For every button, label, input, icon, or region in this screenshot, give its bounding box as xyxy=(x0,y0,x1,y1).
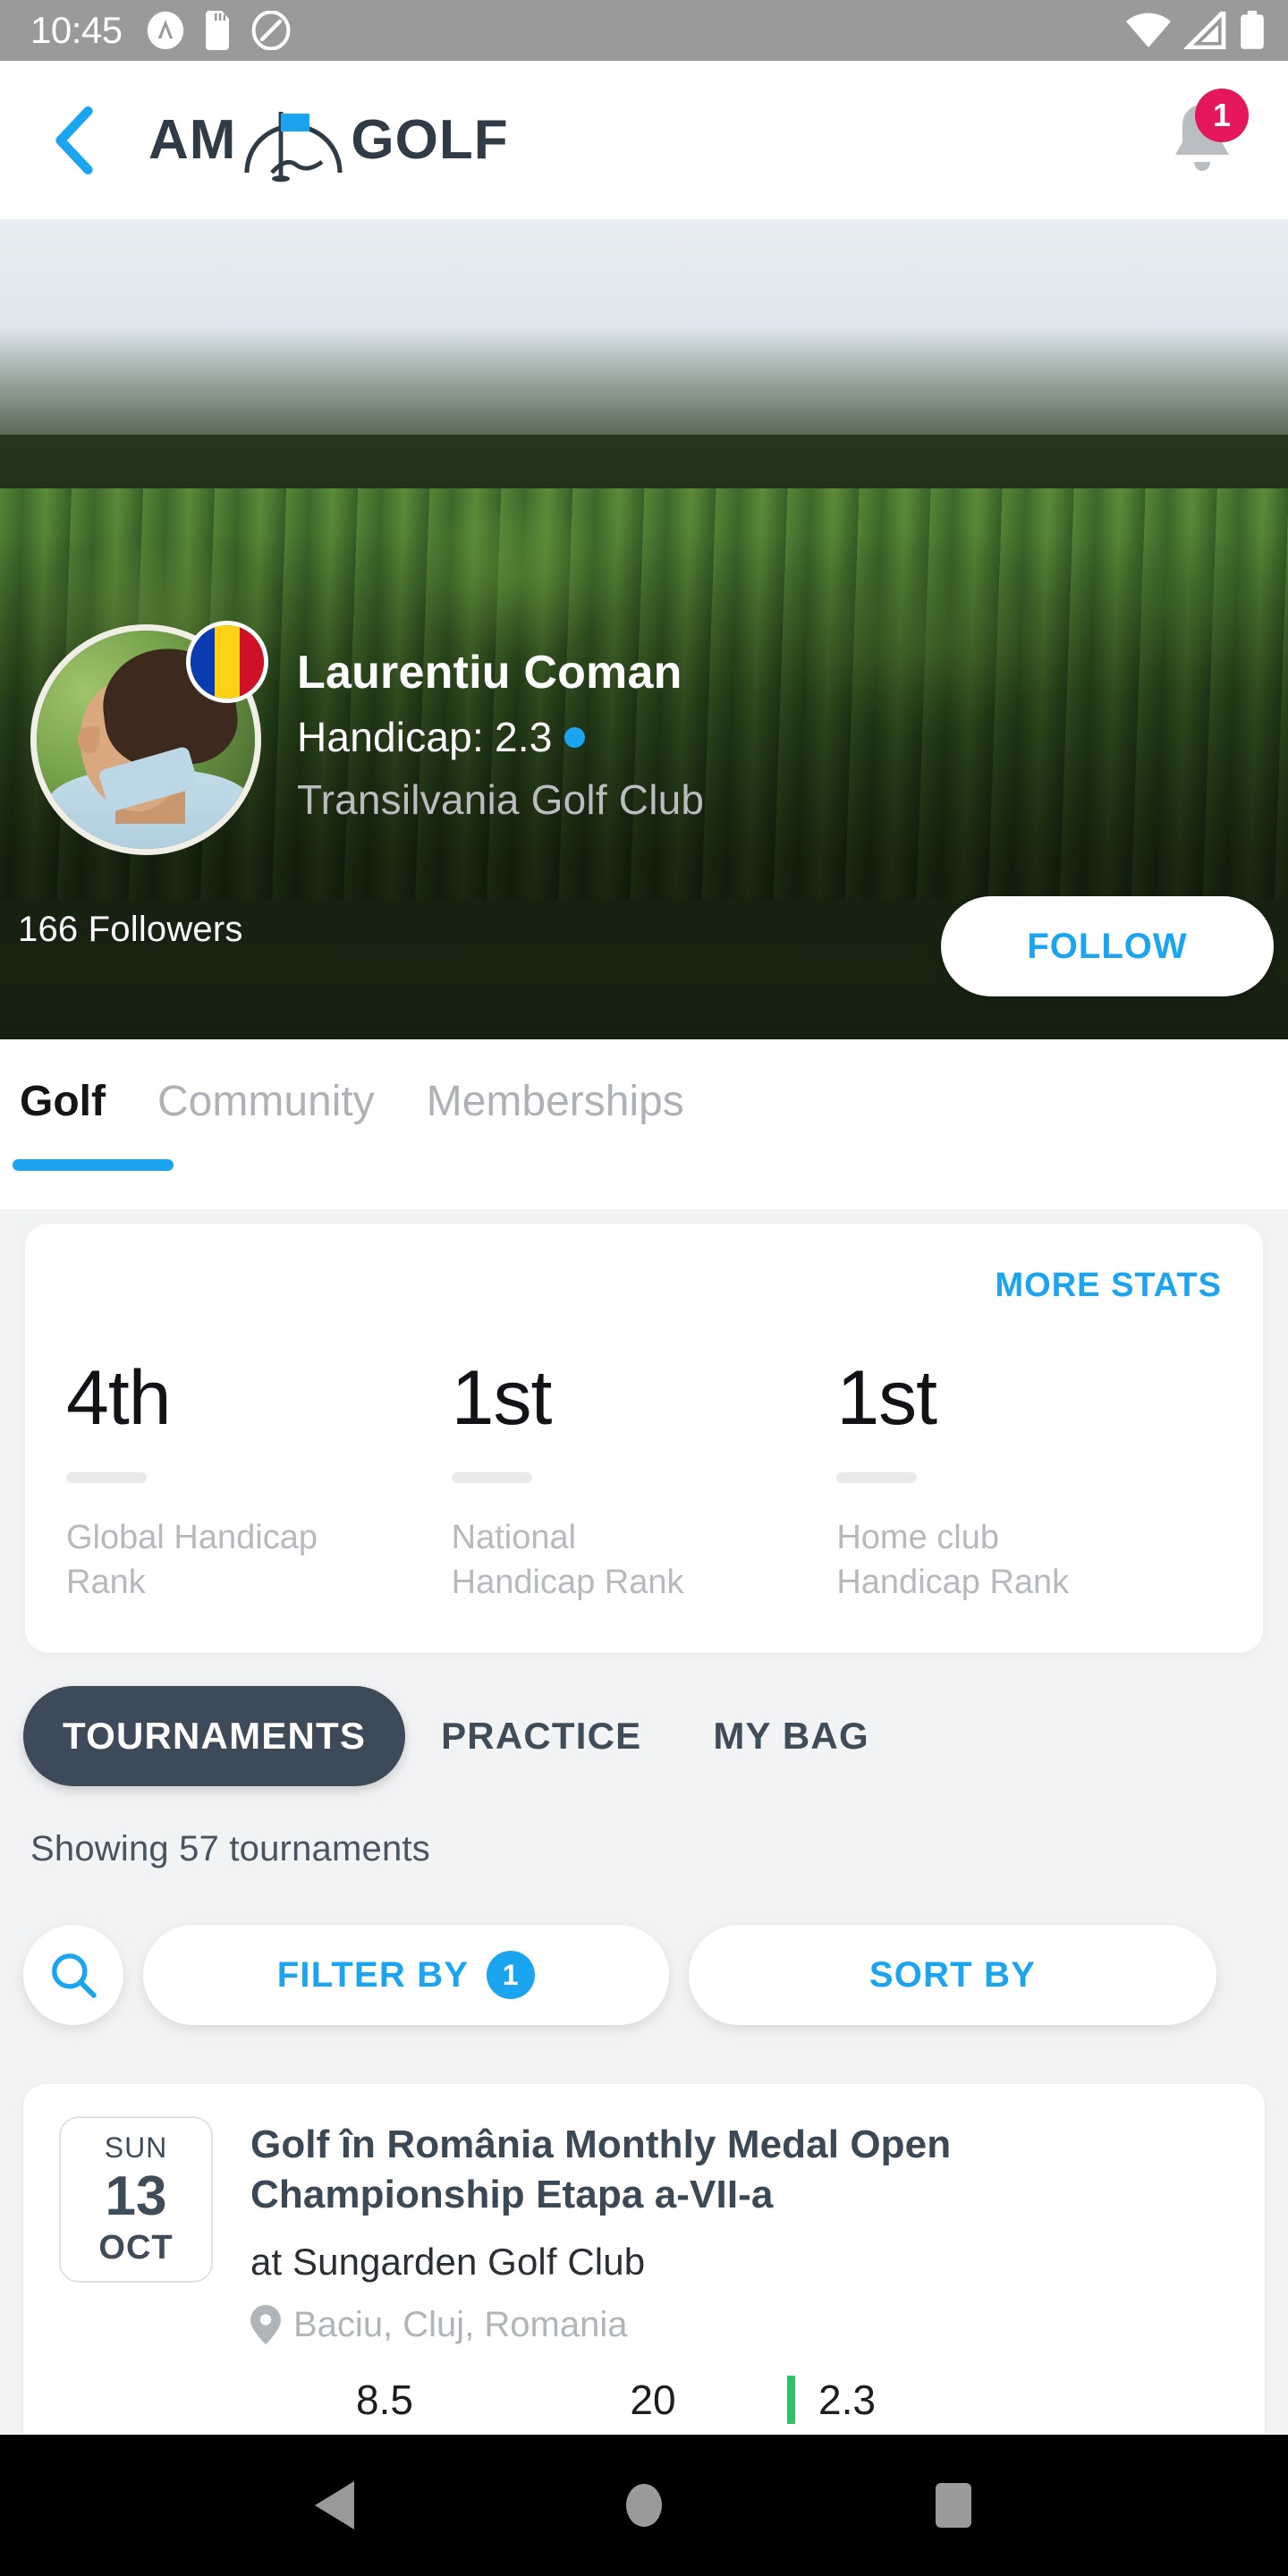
romania-flag-icon xyxy=(186,621,268,703)
tournament-location: Baciu, Cluj, Romania xyxy=(293,2304,628,2344)
hero-banner: Laurentiu Coman Handicap: 2.3 Transilvan… xyxy=(0,220,1288,1039)
profile-header: Laurentiu Coman Handicap: 2.3 Transilvan… xyxy=(30,621,704,855)
status-right-icons xyxy=(1125,11,1265,50)
tournament-date-box: SUN 13 OCT xyxy=(59,2116,213,2283)
cell-signal-icon xyxy=(1184,12,1226,49)
section-segments: TOURNAMENTS PRACTICE MY BAG xyxy=(23,1686,905,1786)
avatar-nose xyxy=(78,726,100,754)
profile-handicap: Handicap: 2.3 xyxy=(297,713,704,761)
circle-a-icon xyxy=(147,11,183,50)
segment-my-bag[interactable]: MY BAG xyxy=(677,1686,904,1786)
flag-stripe-blue xyxy=(191,625,216,699)
status-left-icons xyxy=(146,11,291,50)
app-logo: AM GOLF xyxy=(148,97,509,183)
profile-text: Laurentiu Coman Handicap: 2.3 Transilvan… xyxy=(297,624,704,824)
stat-label-line1: National xyxy=(451,1519,577,1556)
wifi-icon xyxy=(1126,13,1171,48)
sort-by-button[interactable]: SORT BY xyxy=(689,1925,1216,2025)
profile-club: Transilvania Golf Club xyxy=(297,776,705,824)
stat-label-line2: Rank xyxy=(66,1563,146,1602)
followers-count: 166 Followers xyxy=(18,910,243,949)
logo-text-golf: GOLF xyxy=(351,109,509,171)
date-day-of-week: SUN xyxy=(104,2131,168,2165)
profile-tabs: Golf Community Memberships xyxy=(0,1039,1288,1209)
stats-row: 4th Global Handicap Rank 1st National Ha… xyxy=(66,1360,1222,1605)
date-day-number: 13 xyxy=(105,2165,167,2228)
stat-label-line2: Handicap Rank xyxy=(836,1563,1070,1602)
stat-global-handicap-rank: 4th Global Handicap Rank xyxy=(66,1360,452,1605)
status-bar: 10:45 xyxy=(0,0,1288,61)
stat-home-club-handicap-rank: 1st Home club Handicap Rank xyxy=(836,1360,1222,1605)
stat-divider xyxy=(66,1472,147,1483)
tournament-stat-2: 20 xyxy=(630,2376,676,2423)
filter-by-label: FILTER BY xyxy=(276,1954,470,1995)
android-nav-bar xyxy=(0,2435,1288,2576)
notification-badge: 1 xyxy=(1195,88,1249,142)
stat-value: 1st xyxy=(836,1355,937,1441)
follow-button[interactable]: FOLLOW xyxy=(941,896,1274,996)
nav-back-icon[interactable] xyxy=(311,2479,358,2531)
tournament-stat-3: 2.3 xyxy=(787,2375,876,2424)
profile-name: Laurentiu Coman xyxy=(297,647,682,699)
tournament-info: Golf în România Monthly Medal Open Champ… xyxy=(250,2116,1229,2460)
tournament-title: Golf în România Monthly Medal Open Champ… xyxy=(250,2123,952,2217)
notifications-button[interactable]: 1 xyxy=(1159,88,1249,187)
dnd-icon xyxy=(251,11,291,50)
battery-icon xyxy=(1241,11,1264,49)
stat-label: National Handicap Rank xyxy=(452,1515,837,1605)
tournament-stat-1: 8.5 xyxy=(356,2376,413,2423)
tournament-card[interactable]: SUN 13 OCT Golf în România Monthly Medal… xyxy=(23,2084,1265,2460)
map-pin-icon xyxy=(250,2305,281,2345)
golf-flag-dome-icon xyxy=(244,111,343,182)
stat-divider xyxy=(836,1472,918,1483)
tab-community[interactable]: Community xyxy=(157,1077,375,1171)
sd-card-icon xyxy=(205,11,229,50)
filter-sort-row: FILTER BY 1 SORT BY xyxy=(23,1925,1216,2025)
flag-stripe-yellow xyxy=(215,625,240,699)
logo-text-am: AM xyxy=(148,109,237,171)
handicap-label: Handicap: xyxy=(297,714,484,761)
segment-practice[interactable]: PRACTICE xyxy=(405,1686,677,1786)
filter-count-badge: 1 xyxy=(487,1951,536,1999)
stat-value: 4th xyxy=(66,1355,172,1441)
stat-national-handicap-rank: 1st National Handicap Rank xyxy=(451,1355,837,1605)
stat-value: 1st xyxy=(451,1355,553,1441)
date-month: OCT xyxy=(98,2228,174,2267)
tournament-venue: at Sungarden Golf Club xyxy=(250,2240,646,2283)
stat-label-line1: Global Handicap xyxy=(66,1519,318,1556)
segment-tournaments[interactable]: TOURNAMENTS xyxy=(23,1686,406,1786)
back-chevron-icon[interactable] xyxy=(50,105,98,176)
more-stats-link[interactable]: MORE STATS xyxy=(996,1267,1222,1305)
phone-screen: 10:45 AM GOLF 1 Laurentiu Coman Handicap… xyxy=(0,0,1288,2576)
tab-memberships[interactable]: Memberships xyxy=(427,1077,684,1171)
flag-stripe-red xyxy=(239,625,264,699)
handicap-status-dot xyxy=(564,726,586,748)
showing-count-text: Showing 57 tournaments xyxy=(30,1829,430,1868)
filter-by-button[interactable]: FILTER BY 1 xyxy=(143,1925,669,2025)
status-time: 10:45 xyxy=(30,9,123,51)
tab-golf[interactable]: Golf xyxy=(13,1077,174,1171)
app-bar: AM GOLF 1 xyxy=(0,61,1288,220)
stat-label: Global Handicap Rank xyxy=(66,1515,452,1605)
stat-label: Home club Handicap Rank xyxy=(836,1515,1222,1605)
search-icon xyxy=(52,1953,97,1998)
stat-label-line2: Handicap Rank xyxy=(451,1563,684,1602)
handicap-value: 2.3 xyxy=(494,714,553,761)
stats-card: MORE STATS 4th Global Handicap Rank 1st … xyxy=(25,1224,1263,1653)
tournament-stats-row: 8.5 20 2.3 xyxy=(250,2375,1229,2424)
tournament-location-row: Baciu, Cluj, Romania xyxy=(250,2305,1229,2345)
avatar-container[interactable] xyxy=(30,621,268,855)
stat-divider xyxy=(451,1472,532,1483)
nav-recents-icon[interactable] xyxy=(930,2479,977,2531)
stat-label-line1: Home club xyxy=(836,1519,999,1556)
search-button[interactable] xyxy=(23,1925,123,2025)
nav-home-icon[interactable] xyxy=(622,2479,666,2531)
